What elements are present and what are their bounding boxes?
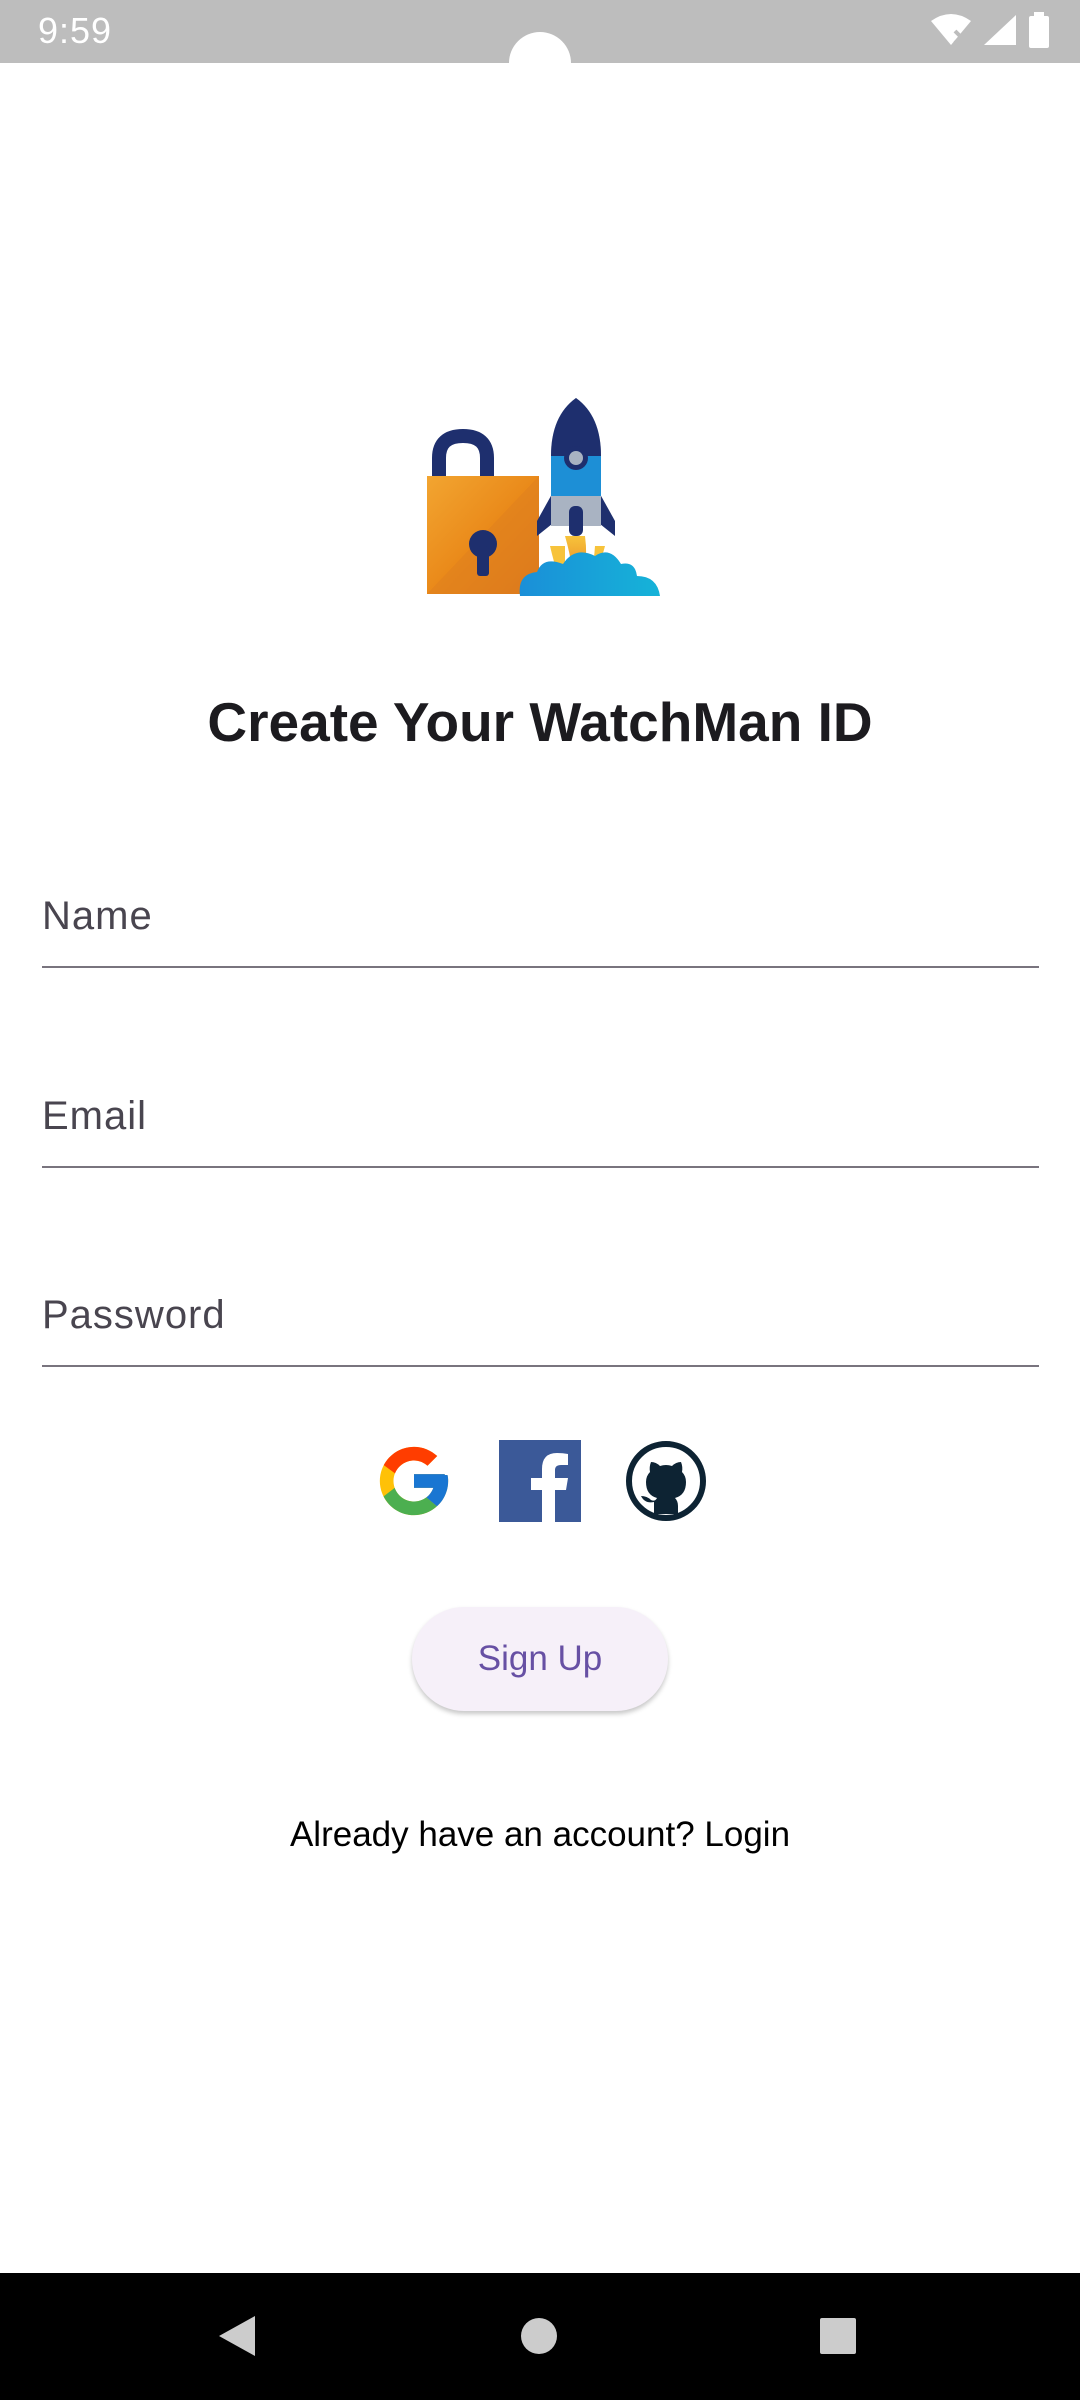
login-link[interactable]: Already have an account? Login xyxy=(290,1815,790,1854)
github-login-button[interactable] xyxy=(625,1440,707,1522)
system-nav-bar xyxy=(0,2273,1080,2400)
google-login-button[interactable] xyxy=(373,1440,455,1522)
back-icon xyxy=(217,2314,257,2363)
google-icon xyxy=(373,1446,455,1526)
email-input[interactable] xyxy=(42,1066,1039,1166)
signup-button[interactable]: Sign Up xyxy=(412,1607,668,1711)
battery-icon xyxy=(1028,11,1050,53)
facebook-icon xyxy=(499,1440,581,1526)
camera-notch xyxy=(509,32,571,94)
page-title: Create Your WatchMan ID xyxy=(207,691,873,753)
social-login-row xyxy=(0,1440,1080,1522)
nav-recent-apps-button[interactable] xyxy=(803,2303,873,2373)
home-icon xyxy=(519,2316,559,2361)
password-input[interactable] xyxy=(42,1265,1039,1365)
status-time: 9:59 xyxy=(38,10,113,51)
lock-rocket-illustration xyxy=(425,396,660,598)
email-field[interactable] xyxy=(42,1066,1039,1168)
signup-screen: 9:59 Create Your WatchMan ID Name Email … xyxy=(0,0,1080,2400)
wifi-off-icon xyxy=(930,13,972,52)
status-icons xyxy=(930,11,1050,53)
name-field[interactable] xyxy=(42,866,1039,968)
github-icon xyxy=(625,1441,707,1526)
recent-apps-icon xyxy=(818,2316,858,2361)
facebook-login-button[interactable] xyxy=(499,1440,581,1522)
nav-back-button[interactable] xyxy=(202,2303,272,2373)
password-field[interactable] xyxy=(42,1265,1039,1367)
nav-home-button[interactable] xyxy=(504,2303,574,2373)
login-prompt: Already have an account? Login xyxy=(0,1815,1080,1855)
signal-icon xyxy=(982,13,1018,52)
name-input[interactable] xyxy=(42,866,1039,966)
